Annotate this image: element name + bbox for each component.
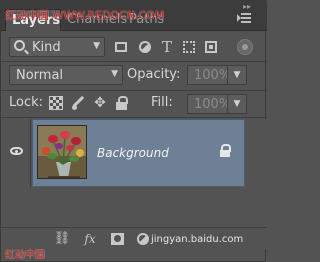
adjustment-filter-icon[interactable] xyxy=(137,39,153,55)
lock-image-pixels-icon[interactable] xyxy=(71,96,85,110)
lock-transparent-pixels-icon[interactable] xyxy=(49,96,63,110)
divider xyxy=(1,90,267,91)
panel-menu-icon[interactable] xyxy=(237,11,255,25)
image-filter-icon[interactable] xyxy=(113,39,129,55)
eye-icon xyxy=(10,147,23,155)
watermark-bottom: 红动中国 xyxy=(5,250,45,261)
divider xyxy=(1,117,267,118)
filter-kind-label: Kind xyxy=(32,40,61,55)
layers-panel: Layers Channels Paths ▸▸ 红动中国 WWW.REDOCN… xyxy=(0,0,267,262)
lock-label: Lock: xyxy=(9,95,44,110)
lock-row: Lock: ✥ Fill: 100% ▼ xyxy=(9,94,259,114)
lock-position-icon[interactable]: ✥ xyxy=(93,96,107,110)
layer-row-selected[interactable]: Background xyxy=(32,119,245,187)
chevron-down-icon: ▼ xyxy=(111,69,118,79)
layer-name[interactable]: Background xyxy=(97,146,169,160)
watermark-baidu: jingyan.baidu.com xyxy=(151,234,244,245)
lock-all-icon[interactable] xyxy=(115,96,129,110)
collapse-icon[interactable]: ▸▸ xyxy=(243,2,251,11)
filter-kind-select[interactable]: Kind ▼ xyxy=(9,37,105,57)
filter-row: Kind ▼ T xyxy=(9,37,259,57)
layer-style-fx-button[interactable]: fx xyxy=(81,231,99,247)
watermark-top: 红动中国 WWW.REDOCN.COM xyxy=(5,9,165,22)
opacity-label: Opacity: xyxy=(127,67,181,82)
filter-toggle[interactable] xyxy=(237,39,253,55)
chevron-down-icon: ▼ xyxy=(93,41,100,51)
search-icon xyxy=(14,40,25,51)
layer-list: Background xyxy=(1,119,267,229)
layer-lock-icon xyxy=(219,144,231,158)
layer-visibility-toggle[interactable] xyxy=(1,119,31,187)
fill-label: Fill: xyxy=(151,95,173,110)
link-layers-icon[interactable]: ⛓ xyxy=(53,231,71,247)
divider xyxy=(1,61,267,62)
blend-mode-select[interactable]: Normal ▼ xyxy=(9,65,123,85)
opacity-dropdown-button[interactable]: ▼ xyxy=(227,65,247,85)
layer-thumbnail xyxy=(37,125,87,179)
smart-object-filter-icon[interactable] xyxy=(203,39,219,55)
blend-row: Normal ▼ Opacity: 100% ▼ xyxy=(9,65,259,85)
fill-dropdown-button[interactable]: ▼ xyxy=(227,94,247,114)
type-filter-icon[interactable]: T xyxy=(159,39,175,55)
layer-row[interactable]: Background xyxy=(1,119,267,187)
add-mask-icon[interactable] xyxy=(109,231,127,247)
shape-filter-icon[interactable] xyxy=(181,39,197,55)
blend-mode-value: Normal xyxy=(16,68,64,83)
